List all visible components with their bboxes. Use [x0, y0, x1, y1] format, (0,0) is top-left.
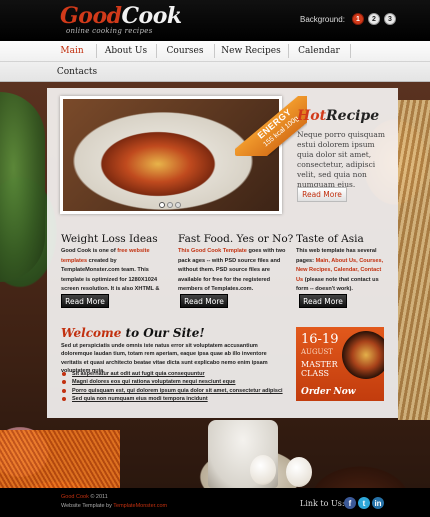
- slider-pagination: [159, 202, 181, 208]
- master-class-banner[interactable]: 16-19 AUGUST MASTER CLASS Order Now: [296, 327, 384, 401]
- welcome-title-word: Welcome: [61, 326, 122, 340]
- hot-recipe-title: HotRecipe: [297, 108, 379, 124]
- column-2-title: Fast Food. Yes or No?: [178, 233, 294, 245]
- site-tagline: online cooking recipes: [66, 27, 153, 35]
- nav-item-about-us[interactable]: About Us: [96, 41, 156, 61]
- column-2-text: This Good Cook Template goes with two pa…: [178, 247, 286, 295]
- footer-year: © 2011: [88, 494, 108, 500]
- logo-word-cook: Cook: [121, 3, 183, 29]
- list-item[interactable]: Sed quia non numquam eius modi tempora i…: [61, 395, 283, 403]
- slider-dot-3[interactable]: [175, 202, 181, 208]
- food-plate-image: [342, 331, 384, 379]
- bullet-icon: [62, 380, 66, 385]
- nav-item-contacts[interactable]: Contacts: [48, 62, 106, 82]
- column-3-read-more-button[interactable]: Read More: [299, 294, 347, 308]
- banner-date: 16-19: [301, 332, 339, 347]
- column-1-text-pre: Good Cook is one of: [61, 248, 118, 254]
- column-1-read-more-button[interactable]: Read More: [61, 294, 109, 308]
- banner-heading-line2: CLASS: [301, 369, 330, 378]
- welcome-link-list: Sit aspernatur aut odit aut fugit quia c…: [61, 370, 283, 403]
- nav-item-main[interactable]: Main: [48, 41, 96, 61]
- column-2-text-post: goes with two pack ages -- with PSD sour…: [178, 248, 286, 293]
- welcome-title: Welcome to Our Site!: [61, 326, 205, 340]
- site-logo[interactable]: GoodCook: [60, 4, 182, 28]
- footer-credit-prefix: Website Template by: [61, 503, 114, 509]
- linkedin-icon[interactable]: in: [372, 497, 384, 509]
- bullet-icon: [62, 372, 66, 377]
- background-label: Background:: [300, 14, 345, 24]
- footer-brand[interactable]: Good Cook: [61, 494, 89, 500]
- slider-dot-2[interactable]: [167, 202, 173, 208]
- order-now-link[interactable]: Order Now: [301, 387, 355, 397]
- nav-item-courses[interactable]: Courses: [156, 41, 214, 61]
- welcome-title-rest: to Our Site!: [121, 326, 205, 340]
- column-1-title: Weight Loss Ideas: [61, 233, 158, 245]
- list-item[interactable]: Porro quisquam est, qui dolorem ipsum qu…: [61, 387, 283, 395]
- column-2-read-more-button[interactable]: Read More: [180, 294, 228, 308]
- column-2-link[interactable]: This Good Cook Template: [178, 248, 247, 254]
- column-3-title: Taste of Asia: [296, 233, 364, 245]
- banner-heading: MASTER CLASS: [301, 360, 341, 378]
- facebook-icon[interactable]: f: [344, 497, 356, 509]
- twitter-icon[interactable]: t: [358, 497, 370, 509]
- background-option-1[interactable]: 1: [351, 13, 364, 25]
- list-item[interactable]: Magni dolores eos qui rationa voluptatem…: [61, 378, 283, 386]
- bullet-icon: [62, 388, 66, 393]
- hot-recipe-text: Neque porro quisquam estui dolorem ipsum…: [297, 130, 385, 189]
- pasta-decoration: [398, 100, 430, 420]
- main-navigation: Main About Us Courses New Recipes Calend…: [0, 41, 430, 82]
- site-header: GoodCook online cooking recipes Backgrou…: [0, 0, 430, 41]
- background-switcher: Background: 1 2 3: [300, 11, 396, 27]
- nav-separator: [350, 44, 351, 58]
- carrots-decoration: [0, 430, 120, 488]
- footer-copyright: Good Cook © 2011: [61, 494, 108, 500]
- bullet-icon: [62, 397, 66, 402]
- banner-heading-line1: MASTER: [301, 360, 338, 369]
- footer-credit: Website Template by TemplateMonster.com: [61, 503, 167, 509]
- background-option-2[interactable]: 2: [367, 13, 380, 25]
- list-item-label: Magni dolores eos qui rationa voluptatem…: [72, 379, 236, 386]
- list-item-label: Sit aspernatur aut odit aut fugit quia c…: [72, 371, 205, 378]
- lettuce-decoration: [0, 92, 45, 282]
- list-item-label: Sed quia non numquam eius modi tempora i…: [72, 396, 208, 403]
- list-item[interactable]: Sit aspernatur aut odit aut fugit quia c…: [61, 370, 283, 378]
- banner-month: AUGUST: [301, 348, 333, 356]
- footer-credit-link[interactable]: TemplateMonster.com: [113, 503, 167, 509]
- link-to-us-label: Link to Us:: [300, 499, 345, 508]
- logo-word-good: Good: [60, 3, 122, 29]
- column-3-text-post: (please note that contact us form -- doe…: [296, 276, 379, 293]
- egg-decoration: [286, 457, 312, 487]
- hot-recipe-read-more-button[interactable]: Read More: [297, 187, 347, 202]
- hot-recipe-title-recipe: Recipe: [326, 108, 380, 124]
- nav-item-new-recipes[interactable]: New Recipes: [214, 41, 288, 61]
- site-footer: Good Cook © 2011 Website Template by Tem…: [0, 488, 430, 517]
- egg-decoration: [250, 455, 276, 485]
- list-item-label: Porro quisquam est, qui dolorem ipsum qu…: [72, 387, 283, 394]
- slider-dot-1[interactable]: [159, 202, 165, 208]
- column-3-text: This web template has several pages: Mai…: [296, 247, 386, 295]
- background-option-3[interactable]: 3: [383, 13, 396, 25]
- nav-item-calendar[interactable]: Calendar: [288, 41, 350, 61]
- hot-recipe-title-hot: Hot: [297, 108, 327, 124]
